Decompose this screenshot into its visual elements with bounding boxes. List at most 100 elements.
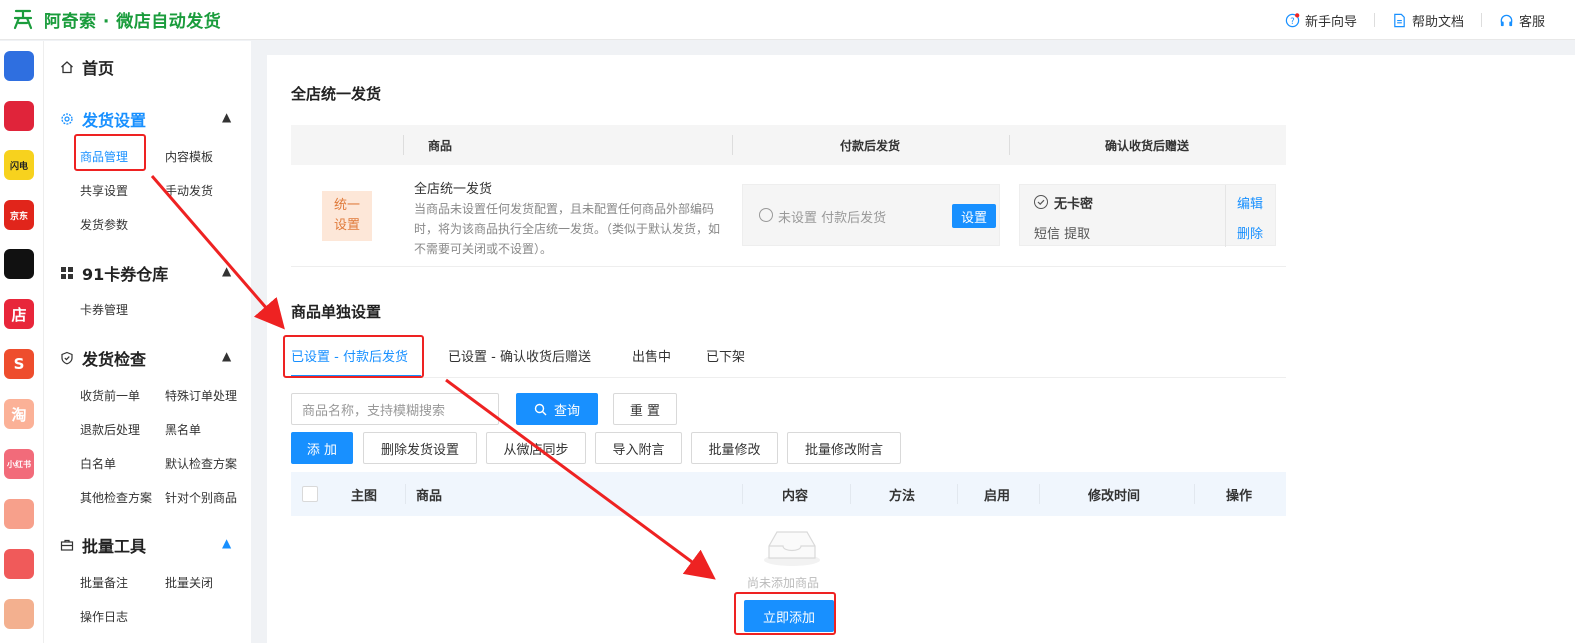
delete-ship-settings-button[interactable]: 删除发货设置 [363,432,477,464]
nav-home-label: 首页 [82,59,115,78]
select-all-checkbox[interactable] [302,486,318,502]
nav-item-manual-ship[interactable]: 手动发货 [165,182,213,199]
gear-icon [61,113,73,125]
nav-item-check-3[interactable]: 退款后处理 [80,421,140,438]
delete-link[interactable]: 删除 [1237,223,1263,242]
query-label: 查询 [553,403,580,419]
thumbs-up-icon[interactable] [4,549,34,579]
nav-home[interactable]: 首页 [60,55,114,79]
search-input[interactable]: 商品名称，支持模糊搜索 [291,393,499,425]
flash-icon[interactable]: 闪电 [4,150,34,180]
customer-service-label: 客服 [1518,14,1545,30]
column-divider [732,135,733,155]
col-pay-ship: 付款后发货 [840,138,901,153]
unified-section-title: 全店统一发货 [291,85,382,103]
product-table-header: 主图 商品 内容 方法 启用 修改时间 操作 [291,472,1286,516]
tab-off-shelf[interactable]: 已下架 [706,346,745,365]
nav-item-check-8[interactable]: 针对个别商品 [165,489,237,506]
nav-item-batch-note[interactable]: 批量备注 [80,574,128,591]
document-icon [1394,13,1405,27]
tab-on-sale[interactable]: 出售中 [632,346,671,365]
weidian-icon[interactable]: 店 [4,299,34,329]
nav-item-check-5[interactable]: 白名单 [80,455,116,472]
nav-item-batch-close[interactable]: 批量关闭 [165,574,213,591]
column-divider [403,135,404,155]
svg-text:?: ? [1290,15,1294,25]
sidebar-nav: 首页 发货设置 ▲ 商品管理 内容模板 共享设置 手动发货 发货参数 91卡券仓… [44,41,251,643]
set-button[interactable]: 设置 [952,204,996,228]
question-circle-icon: ? [1285,12,1300,27]
unified-table-header: 商品 付款后发货 确认收货后赠送 [291,125,1286,165]
douyin-icon[interactable] [4,249,34,279]
batch-edit-note-button[interactable]: 批量修改附言 [787,432,901,464]
col-product: 商品 [428,138,453,153]
guide-label: 新手向导 [1304,14,1357,30]
nav-item-check-1[interactable]: 收货前一单 [80,387,140,404]
guide-link[interactable]: ? 新手向导 [1268,12,1375,30]
col-method: 方法 [889,489,916,504]
reset-button[interactable]: 重 置 [613,393,677,425]
jd-icon[interactable]: 京东 [4,200,34,230]
import-note-button[interactable]: 导入附言 [595,432,682,464]
briefcase-icon [60,539,74,551]
nav-ship-check[interactable]: 发货检查 [60,346,146,370]
column-divider [957,484,958,504]
customer-service-link[interactable]: 客服 [1482,13,1575,30]
app-title: 阿奇索 · 微店自动发货 [44,11,222,32]
pay-ship-status: 未设置 付款后发货 [778,211,887,226]
shopee-icon[interactable]: S [4,349,34,379]
sync-from-weidian-button[interactable]: 从微店同步 [486,432,586,464]
unified-tag-line1: 统一 [333,198,360,213]
column-divider [1194,484,1195,504]
chevron-up-icon[interactable]: ▲ [222,110,231,124]
chevron-up-icon[interactable]: ▲ [222,264,231,278]
nav-item-content-template[interactable]: 内容模板 [165,148,213,165]
product-tabs: 已设置 - 付款后发货 已设置 - 确认收货后赠送 出售中 已下架 [291,342,1286,378]
qr-app-icon[interactable] [4,51,34,81]
nav-batch-tools[interactable]: 批量工具 [60,533,146,557]
status-radio [759,208,773,222]
single-section-title: 商品单独设置 [291,303,382,321]
check-circle-icon [1034,195,1048,209]
column-divider [742,484,743,504]
batch-edit-button[interactable]: 批量修改 [691,432,778,464]
help-docs-label: 帮助文档 [1411,14,1464,30]
nav-ship-check-label: 发货检查 [82,350,147,369]
pinduoduo-icon[interactable] [4,101,34,131]
bag-icon[interactable] [4,599,34,629]
nav-item-ship-params[interactable]: 发货参数 [80,216,128,233]
nav-card-store[interactable]: 91卡券仓库 [60,261,168,285]
nav-ship-settings[interactable]: 发货设置 [60,107,146,131]
help-docs-link[interactable]: 帮助文档 [1375,13,1482,30]
column-divider [1009,135,1010,155]
nav-item-share-settings[interactable]: 共享设置 [80,182,128,199]
unified-tag-line2: 设置 [333,218,360,233]
unified-title: 全店统一发货 [414,182,493,197]
chevron-up-icon[interactable]: ▲ [222,536,231,550]
main-panel: 全店统一发货 商品 付款后发货 确认收货后赠送 统一 设置 全店统一发货 当商品… [267,55,1575,643]
unified-description: 当商品未设置任何发货配置，且未配置任何商品外部编码时，将为该商品执行全店统一发货… [414,202,721,256]
query-button[interactable]: 查询 [516,393,598,425]
chevron-up-icon[interactable]: ▲ [222,349,231,363]
xiaohongshu-icon[interactable]: 小红书 [4,449,34,479]
app-logo[interactable]: 阿奇索 · 微店自动发货 [10,6,221,32]
nav-item-operation-log[interactable]: 操作日志 [80,608,128,625]
nav-item-check-2[interactable]: 特殊订单处理 [165,387,237,404]
nav-item-check-7[interactable]: 其他检查方案 [80,489,152,506]
nav-item-check-4[interactable]: 黑名单 [165,421,201,438]
tab-configured-confirm-gift[interactable]: 已设置 - 确认收货后赠送 [448,346,591,365]
column-divider [1039,484,1040,504]
column-divider [850,484,851,504]
nav-item-card-manage[interactable]: 卡券管理 [80,301,128,318]
search-icon [534,403,547,415]
taobao-icon[interactable]: 淘 [4,399,34,429]
col-modified-time: 修改时间 [1088,489,1141,504]
header-links: ? 新手向导 帮助文档 客服 [1268,0,1575,40]
headset-icon [1500,14,1513,26]
home-icon [61,61,73,74]
annotation-box [283,335,424,378]
edit-link[interactable]: 编辑 [1237,193,1263,212]
nav-item-check-6[interactable]: 默认检查方案 [165,455,237,472]
add-button[interactable]: 添 加 [291,432,353,464]
kuaishou-icon[interactable] [4,499,34,529]
